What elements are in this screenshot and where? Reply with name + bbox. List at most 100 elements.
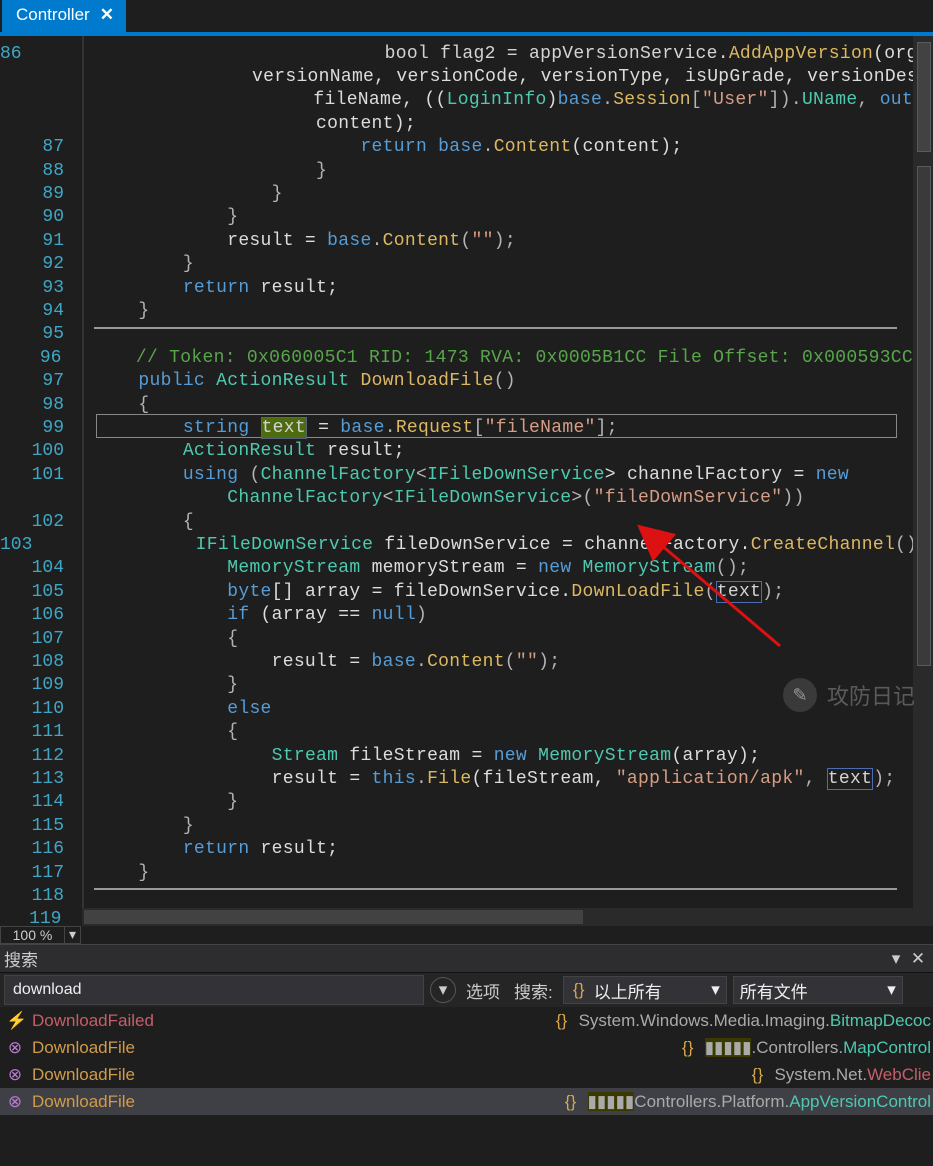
line-number: 113 <box>0 769 82 789</box>
vertical-scrollbar[interactable] <box>913 36 933 926</box>
scope-dropdown[interactable]: {} 以上所有 ▾ <box>563 976 727 1004</box>
tabbar: Controller ✕ <box>0 0 933 36</box>
code-line[interactable]: result = base.Content(""); <box>82 652 560 672</box>
scroll-thumb[interactable] <box>917 42 931 152</box>
code-line[interactable]: IFileDownService fileDownService = chann… <box>50 535 928 555</box>
code-line[interactable]: // Token: 0x060005C1 RID: 1473 RVA: 0x00… <box>79 348 913 368</box>
result-name: DownloadFile <box>32 1038 671 1058</box>
result-kind-icon: ⊗ <box>6 1038 24 1058</box>
code-line[interactable]: fileName, ((LoginInfo)base.Session["User… <box>79 90 913 110</box>
line-number: 100 <box>0 441 82 461</box>
result-path: System.Windows.Media.Imaging.BitmapDecoc <box>579 1011 931 1031</box>
line-number: 114 <box>0 792 82 812</box>
code-line[interactable]: content); <box>82 114 416 134</box>
code-line[interactable]: { <box>82 395 150 415</box>
line-number: 101 <box>0 465 82 485</box>
line-number: 108 <box>0 652 82 672</box>
line-number: 97 <box>0 371 82 391</box>
result-path: System.Net.WebClie <box>774 1065 931 1085</box>
code-editor[interactable]: 86 bool flag2 = appVersionService.AddApp… <box>0 36 933 944</box>
result-kind-icon: ⚡ <box>6 1011 24 1031</box>
code-line[interactable]: versionName, versionCode, versionType, i… <box>18 67 933 87</box>
line-number: 111 <box>0 722 82 742</box>
line-number: 116 <box>0 839 82 859</box>
search-result-row[interactable]: ⊗DownloadFile{}▮▮▮▮▮Controllers.Platform… <box>0 1088 933 1115</box>
code-line[interactable]: { <box>82 512 194 532</box>
active-tab[interactable]: Controller ✕ <box>2 0 126 32</box>
code-line[interactable]: bool flag2 = appVersionService.AddAppVer… <box>40 44 933 64</box>
result-path: ▮▮▮▮▮Controllers.Platform.AppVersionCont… <box>588 1092 931 1112</box>
code-line[interactable]: return result; <box>82 839 338 859</box>
code-line[interactable]: } <box>82 161 327 181</box>
code-line[interactable]: { <box>82 722 238 742</box>
search-result-row[interactable]: ⚡ DownloadFailed {} System.Windows.Media.Im… <box>0 1007 933 1034</box>
code-line[interactable]: ActionResult result; <box>82 441 405 461</box>
code-line[interactable]: public ActionResult DownloadFile() <box>82 371 516 391</box>
result-name: DownloadFile <box>32 1065 740 1085</box>
tab-label: Controller <box>16 5 90 25</box>
zoom-value[interactable]: 100 % <box>0 926 65 944</box>
code-line[interactable]: } <box>82 301 150 321</box>
line-number: 99 <box>0 418 82 438</box>
code-line[interactable]: } <box>82 792 238 812</box>
code-line[interactable]: } <box>82 863 150 883</box>
brace-icon: {} <box>553 1011 571 1031</box>
code-line[interactable]: Stream fileStream = new MemoryStream(arr… <box>82 746 760 766</box>
line-number: 112 <box>0 746 82 766</box>
search-panel: 搜索 ▾ ✕ ▾ 选项 搜索: {} 以上所有 ▾ 所有文件 ▾ ⚡Downlo… <box>0 944 933 1166</box>
line-number: 90 <box>0 207 82 227</box>
close-icon[interactable]: ✕ <box>907 949 929 969</box>
line-number: 103 <box>0 535 50 555</box>
options-label: 选项 <box>462 978 504 1003</box>
line-number: 98 <box>0 395 82 415</box>
code-line[interactable]: if (array == null) <box>82 605 427 625</box>
result-kind-icon: ⊗ <box>6 1065 24 1085</box>
zoom-dropdown-icon[interactable]: ▾ <box>65 926 81 944</box>
horizontal-scrollbar[interactable] <box>82 908 913 926</box>
code-line[interactable]: MemoryStream memoryStream = new MemorySt… <box>82 558 749 578</box>
scope-label: 搜索: <box>510 978 557 1003</box>
code-line[interactable]: result = this.File(fileStream, "applicat… <box>82 769 895 789</box>
result-path: ▮▮▮▮▮.Controllers.MapControl <box>705 1038 931 1058</box>
code-line[interactable]: } <box>82 184 283 204</box>
pin-icon[interactable]: ▾ <box>885 949 907 969</box>
scope-value: 以上所有 <box>594 978 662 1003</box>
line-number: 95 <box>0 324 82 344</box>
code-line[interactable]: } <box>82 816 194 836</box>
result-name: DownloadFailed <box>32 1011 545 1031</box>
code-line[interactable]: else <box>82 699 272 719</box>
close-icon[interactable]: ✕ <box>100 5 114 25</box>
line-number: 105 <box>0 582 82 602</box>
code-line[interactable]: { <box>82 629 238 649</box>
options-toggle-icon[interactable]: ▾ <box>430 977 456 1003</box>
line-number: 91 <box>0 231 82 251</box>
code-line[interactable]: } <box>82 254 194 274</box>
search-result-row[interactable]: ⊗DownloadFile{}System.Net.WebClie <box>0 1061 933 1088</box>
code-line[interactable]: byte[] array = fileDownService.DownLoadF… <box>82 582 784 602</box>
code-line[interactable]: ChannelFactory<IFileDownService>("fileDo… <box>82 488 805 508</box>
code-line[interactable]: } <box>82 675 238 695</box>
code-line[interactable]: } <box>82 207 238 227</box>
code-line[interactable]: string text = base.Request["fileName"]; <box>82 418 618 438</box>
line-number: 89 <box>0 184 82 204</box>
files-dropdown[interactable]: 所有文件 ▾ <box>733 976 903 1004</box>
search-input[interactable] <box>4 975 424 1005</box>
result-name: DownloadFile <box>32 1092 554 1112</box>
search-result-row[interactable]: ⊗DownloadFile{}▮▮▮▮▮.Controllers.MapCont… <box>0 1034 933 1061</box>
line-number: 96 <box>0 348 79 368</box>
line-number: 109 <box>0 675 82 695</box>
line-number: 102 <box>0 512 82 532</box>
line-number: 110 <box>0 699 82 719</box>
zoom-bar: 100 % ▾ <box>0 926 933 944</box>
code-line[interactable]: return result; <box>82 278 338 298</box>
code-line[interactable]: using (ChannelFactory<IFileDownService> … <box>82 465 849 485</box>
line-number: 104 <box>0 558 82 578</box>
result-kind-icon: ⊗ <box>6 1092 24 1112</box>
line-number: 94 <box>0 301 82 321</box>
code-line[interactable]: result = base.Content(""); <box>82 231 516 251</box>
scroll-thumb[interactable] <box>84 910 583 924</box>
files-value: 所有文件 <box>740 978 808 1003</box>
scroll-thumb[interactable] <box>917 166 931 666</box>
line-number: 87 <box>0 137 82 157</box>
code-line[interactable]: return base.Content(content); <box>82 137 682 157</box>
